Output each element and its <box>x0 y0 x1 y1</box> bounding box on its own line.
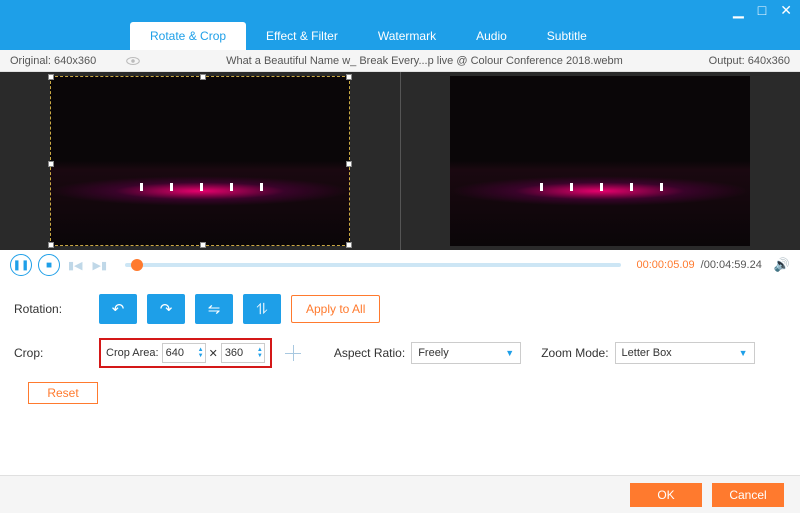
seek-thumb[interactable] <box>131 259 143 271</box>
time-current: 00:00:05.09 <box>637 259 695 271</box>
output-preview <box>401 72 800 250</box>
rotate-right-button[interactable]: ↷ <box>147 294 185 324</box>
pause-button[interactable]: ❚❚ <box>10 254 32 276</box>
crop-area-label: Crop Area: <box>106 347 159 359</box>
eye-icon[interactable] <box>126 56 140 66</box>
tab-watermark[interactable]: Watermark <box>358 22 456 50</box>
crop-height-input[interactable]: 360▲▼ <box>221 343 265 363</box>
tabbar: Rotate & Crop Effect & Filter Watermark … <box>0 20 800 50</box>
zoom-mode-select[interactable]: Letter Box▼ <box>615 342 755 364</box>
center-crop-icon[interactable] <box>282 342 304 364</box>
maximize-button[interactable]: □ <box>758 2 766 18</box>
rotation-label: Rotation: <box>14 302 99 316</box>
apply-all-button[interactable]: Apply to All <box>291 295 380 323</box>
crop-label: Crop: <box>14 346 99 360</box>
tab-subtitle[interactable]: Subtitle <box>527 22 607 50</box>
flip-horizontal-button[interactable]: ⇋ <box>195 294 233 324</box>
crop-area-group: Crop Area: 640▲▼ ✕ 360▲▼ <box>99 338 272 368</box>
titlebar: ▁ □ ✕ <box>0 0 800 20</box>
filename-label: What a Beautiful Name w_ Break Every...p… <box>140 55 708 67</box>
aspect-ratio-label: Aspect Ratio: <box>334 346 405 360</box>
seek-slider[interactable] <box>125 263 620 267</box>
tab-rotate-crop[interactable]: Rotate & Crop <box>130 22 246 50</box>
flip-vertical-button[interactable]: ⥮ <box>243 294 281 324</box>
footer: OK Cancel <box>0 475 800 513</box>
close-button[interactable]: ✕ <box>780 2 792 19</box>
prev-frame-button[interactable]: ▮◀ <box>66 259 85 272</box>
minimize-button[interactable]: ▁ <box>733 2 744 19</box>
reset-button[interactable]: Reset <box>28 382 98 404</box>
stop-button[interactable]: ■ <box>38 254 60 276</box>
infobar: Original: 640x360 What a Beautiful Name … <box>0 50 800 72</box>
cancel-button[interactable]: Cancel <box>712 483 784 507</box>
settings-panel: Rotation: ↶ ↷ ⇋ ⥮ Apply to All Crop: Cro… <box>0 280 800 408</box>
crop-width-input[interactable]: 640▲▼ <box>162 343 206 363</box>
time-total: /00:04:59.24 <box>701 259 762 271</box>
aspect-ratio-select[interactable]: Freely▼ <box>411 342 521 364</box>
crop-x-sep: ✕ <box>209 347 218 360</box>
playback-controls: ❚❚ ■ ▮◀ ▶▮ 00:00:05.09 /00:04:59.24 🔊 <box>0 250 800 280</box>
tab-effect-filter[interactable]: Effect & Filter <box>246 22 358 50</box>
output-label: Output: 640x360 <box>709 55 790 67</box>
preview-area <box>0 72 800 250</box>
next-frame-button[interactable]: ▶▮ <box>91 259 110 272</box>
original-label: Original: 640x360 <box>10 55 96 67</box>
tab-audio[interactable]: Audio <box>456 22 527 50</box>
volume-icon[interactable]: 🔊 <box>774 257 790 273</box>
rotate-left-button[interactable]: ↶ <box>99 294 137 324</box>
original-preview[interactable] <box>0 72 400 250</box>
zoom-mode-label: Zoom Mode: <box>541 346 608 360</box>
ok-button[interactable]: OK <box>630 483 702 507</box>
